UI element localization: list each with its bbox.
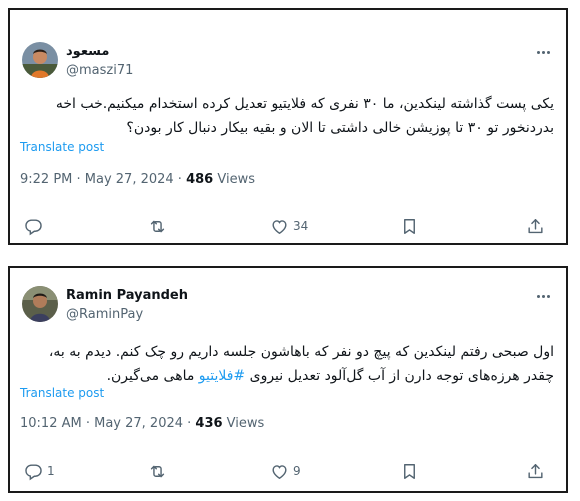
tweet-text-part: ماهی می‌گیرن. [106, 368, 199, 384]
more-dot [541, 50, 545, 54]
like-button[interactable]: 34 [270, 214, 308, 238]
more-dot [546, 294, 550, 298]
avatar-photo-icon [22, 286, 58, 322]
views-count: 436 [195, 416, 223, 431]
timestamp[interactable]: 10:12 AM · May 27, 2024 · [20, 416, 195, 431]
more-dots-icon [536, 50, 540, 54]
translate-post-link[interactable]: Translate post [20, 140, 104, 154]
reply-button[interactable]: 1 [24, 459, 55, 483]
heart-icon [272, 219, 287, 234]
retweet-icon [150, 220, 165, 232]
more-dot [541, 294, 545, 298]
bookmark-button[interactable] [400, 459, 419, 483]
share-icon [528, 463, 543, 478]
share-button[interactable] [526, 214, 545, 238]
tweet-meta: 10:12 AM · May 27, 2024 · 436 Views [20, 416, 264, 431]
tweet-card-masoud[interactable]: مسعود @maszi71 یکی پست گذاشته لینکدین، م… [8, 8, 568, 245]
timestamp[interactable]: 9:22 PM · May 27, 2024 · [20, 172, 186, 187]
avatar[interactable] [22, 286, 58, 322]
action-bar: 34 [10, 214, 566, 238]
reply-icon [25, 463, 42, 480]
author-info: Ramin Payandeh @RaminPay [66, 288, 188, 324]
tweet-text: اول صبحی رفتم لینکدین که پیچ دو نفر که ب… [20, 340, 554, 388]
share-button[interactable] [526, 459, 545, 483]
tweet-text: یکی پست گذاشته لینکدین، ما ۳۰ نفری که فل… [55, 96, 554, 136]
display-name[interactable]: Ramin Payandeh [66, 288, 188, 304]
views-label: Views [213, 172, 255, 187]
hashtag-link[interactable]: #فلایتیو [199, 368, 245, 384]
bookmark-button[interactable] [400, 214, 419, 238]
more-dot [546, 50, 550, 54]
tweet-card-ramin[interactable]: Ramin Payandeh @RaminPay اول صبحی رفتم ل… [8, 266, 568, 493]
like-count: 9 [293, 464, 301, 478]
author-info: مسعود @maszi71 [66, 44, 133, 80]
reply-icon [25, 218, 42, 235]
heart-icon [272, 464, 287, 479]
share-icon [528, 218, 543, 233]
display-name[interactable]: مسعود [66, 44, 133, 60]
bookmark-icon [404, 463, 415, 479]
avatar-photo-icon [22, 42, 58, 78]
translate-post-link[interactable]: Translate post [20, 386, 104, 400]
more-dots-icon [536, 294, 540, 298]
user-handle[interactable]: @maszi71 [66, 62, 133, 80]
retweet-button[interactable] [148, 214, 167, 238]
bookmark-icon [404, 218, 415, 234]
more-options-button[interactable] [534, 288, 552, 304]
retweet-icon [150, 465, 165, 477]
avatar[interactable] [22, 42, 58, 78]
reply-button[interactable] [24, 214, 47, 238]
user-handle[interactable]: @RaminPay [66, 306, 188, 324]
retweet-button[interactable] [148, 459, 167, 483]
tweet-meta: 9:22 PM · May 27, 2024 · 486 Views [20, 172, 255, 187]
views-label: Views [222, 416, 265, 431]
like-button[interactable]: 9 [270, 459, 301, 483]
views-count: 486 [186, 172, 214, 187]
action-bar: 1 9 [10, 459, 566, 483]
like-count: 34 [293, 219, 309, 233]
more-options-button[interactable] [534, 44, 552, 60]
reply-count: 1 [47, 464, 55, 478]
